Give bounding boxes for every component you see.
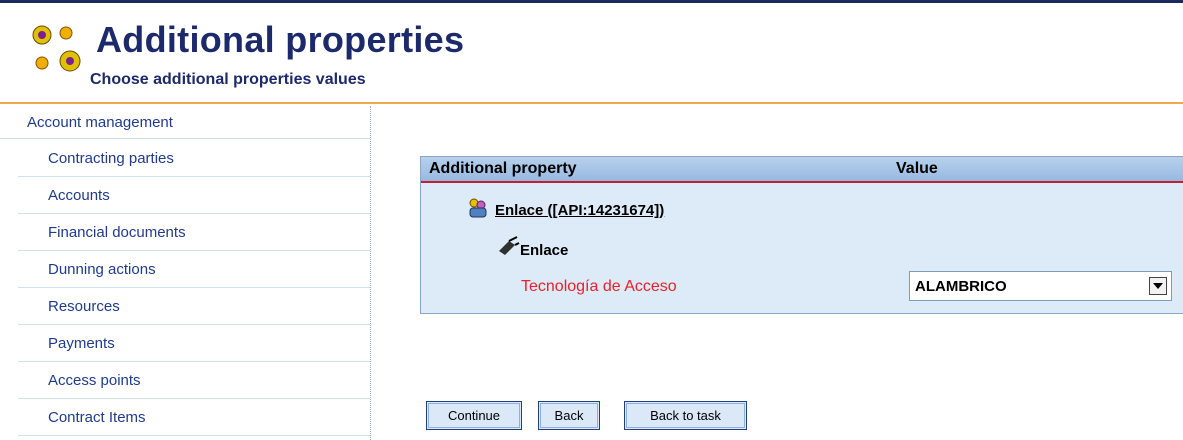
page-header: Additional properties Choose additional …: [0, 3, 1183, 103]
chevron-down-icon: [1153, 283, 1163, 289]
cable-icon: [499, 236, 520, 255]
continue-button[interactable]: Continue: [426, 401, 522, 430]
sidebar-item-access-points[interactable]: Access points: [18, 362, 370, 399]
page-subtitle: Choose additional properties values: [90, 71, 366, 88]
property-name: Tecnología de Acceso: [521, 278, 677, 295]
group-link-enlace[interactable]: Enlace ([API:14231674]): [495, 202, 664, 219]
column-header-property: Additional property: [429, 160, 577, 177]
header-divider: [0, 102, 1183, 104]
sidebar-item-dunning-actions[interactable]: Dunning actions: [18, 251, 370, 288]
sidebar-item-accounts[interactable]: Accounts: [18, 177, 370, 214]
back-to-task-button[interactable]: Back to task: [624, 401, 747, 430]
sidebar-item-contracting-parties[interactable]: Contracting parties: [18, 140, 370, 177]
sidebar-heading-account-management[interactable]: Account management: [0, 106, 370, 139]
selected-value: ALAMBRICO: [915, 278, 1007, 295]
column-header-value: Value: [896, 160, 938, 177]
additional-properties-table: Additional property Value Enlace ([API:1…: [420, 156, 1183, 314]
page-title: Additional properties: [96, 19, 465, 60]
users-icon: [469, 198, 487, 218]
people-gear-icon: [32, 25, 81, 72]
subgroup-label-enlace: Enlace: [520, 242, 569, 259]
dropdown-arrow-button[interactable]: [1149, 277, 1167, 295]
back-button[interactable]: Back: [538, 401, 600, 430]
sidebar: Account management Contracting parties A…: [0, 106, 371, 440]
sidebar-item-payments[interactable]: Payments: [18, 325, 370, 362]
property-value-select[interactable]: ALAMBRICO: [909, 271, 1172, 301]
sidebar-item-contract-items[interactable]: Contract Items: [18, 399, 370, 436]
table-header: Additional property Value: [421, 157, 1183, 183]
sidebar-item-resources[interactable]: Resources: [18, 288, 370, 325]
sidebar-list: Contracting parties Accounts Financial d…: [18, 140, 370, 436]
sidebar-item-financial-documents[interactable]: Financial documents: [18, 214, 370, 251]
